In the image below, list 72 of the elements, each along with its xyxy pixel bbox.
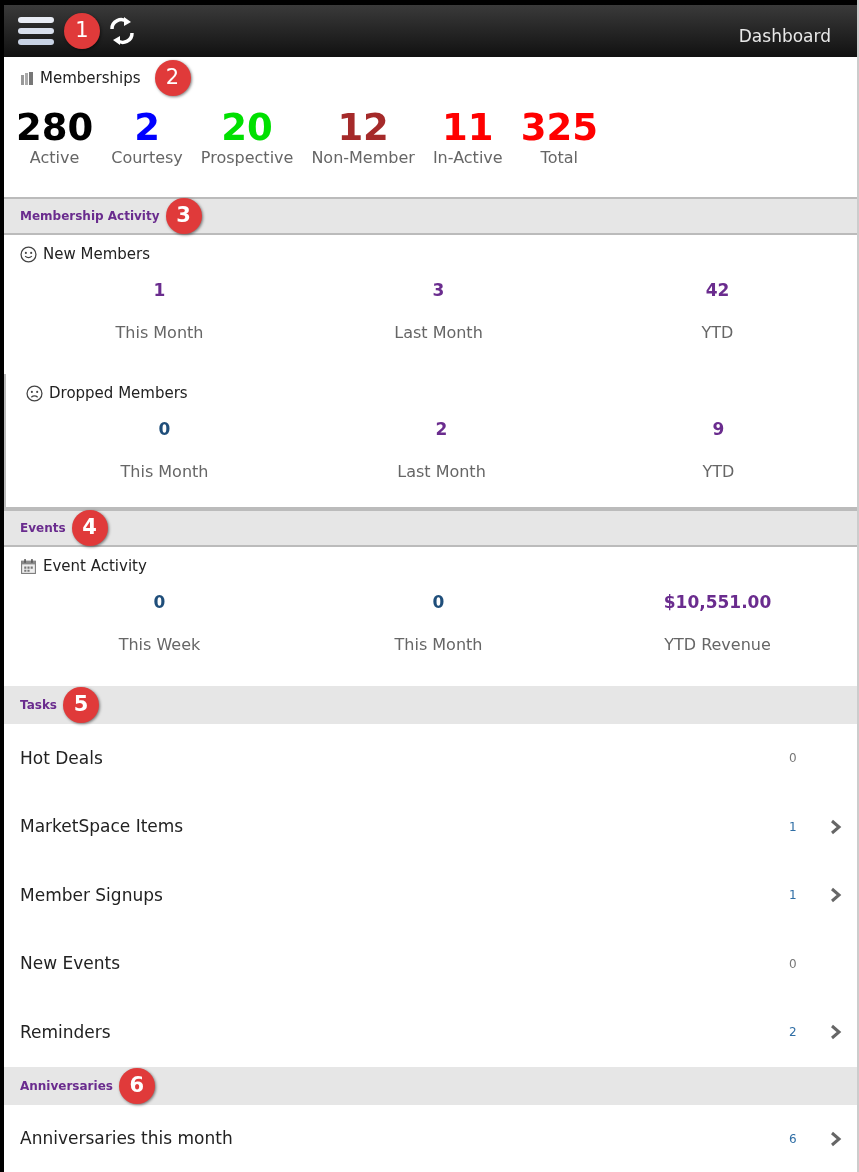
item-label: New Events: [20, 952, 121, 975]
item-label: MarketSpace Items: [20, 815, 184, 838]
item-count: 1: [789, 818, 798, 836]
list-item[interactable]: Reminders 2: [4, 998, 857, 1067]
list-item[interactable]: Hot Deals 0: [4, 724, 857, 793]
chevron-right-icon: [829, 1024, 843, 1041]
metric-label: Last Month: [393, 322, 484, 344]
stat-value: 11: [441, 109, 495, 146]
section-title: Tasks: [20, 697, 57, 714]
stat-label: In-Active: [432, 147, 503, 169]
metric-label: This Month: [393, 634, 484, 656]
item-count: 1: [789, 887, 798, 905]
calendar-icon: [20, 557, 37, 575]
chevron-right-icon: [829, 818, 843, 835]
item-label: Anniversaries this month: [20, 1127, 233, 1150]
metric-label: YTD: [700, 322, 735, 344]
stat-label: Non-Member: [311, 147, 415, 169]
item-label: Reminders: [20, 1020, 111, 1044]
callout-marker: 6: [118, 1067, 155, 1104]
metric-value: $10,551.00: [662, 590, 773, 614]
metric-value: 0: [157, 417, 172, 441]
section-title: Memberships: [40, 67, 141, 89]
item-label: Member Signups: [20, 883, 163, 907]
callout-marker: 5: [63, 687, 99, 723]
chevron-right-icon: [829, 1130, 843, 1147]
metric-label: This Month: [119, 461, 210, 483]
menu-icon[interactable]: [18, 15, 54, 47]
item-count: 0: [789, 750, 798, 768]
panel-title: New Members: [43, 244, 150, 265]
metric-value: 2: [434, 417, 449, 441]
stat-label: Courtesy: [111, 147, 183, 169]
list-item[interactable]: New Events 0: [4, 929, 857, 998]
metric-value: 0: [431, 590, 446, 614]
chevron-right-icon: [829, 887, 843, 904]
frown-face-icon: [26, 384, 43, 402]
metric-value: 9: [711, 417, 726, 441]
metric-label: YTD: [701, 461, 736, 483]
screen-title: Dashboard: [738, 25, 831, 49]
section-title: Membership Activity: [20, 208, 160, 225]
callout-marker: 4: [71, 510, 108, 546]
callout-marker: 3: [165, 198, 202, 234]
metric-label: YTD Revenue: [663, 634, 772, 656]
metric-label: Last Month: [396, 461, 487, 483]
panel-title: Event Activity: [43, 556, 147, 577]
stat-value: 325: [520, 109, 598, 146]
section-title: Anniversaries: [20, 1077, 113, 1095]
stat-value: 20: [220, 109, 274, 146]
item-label: Hot Deals: [20, 746, 103, 770]
panel-title: Dropped Members: [49, 383, 188, 404]
stat-value: 280: [16, 109, 94, 146]
metric-label: This Week: [117, 634, 202, 656]
item-count: 6: [789, 1130, 798, 1148]
callout-marker: 2: [154, 60, 191, 96]
smiley-icon: [20, 245, 37, 263]
stat-value: 2: [133, 109, 161, 146]
stat-label: Total: [539, 147, 579, 169]
stat-label: Active: [28, 147, 81, 169]
metric-label: This Month: [114, 322, 205, 344]
metric-value: 3: [431, 278, 446, 302]
metric-value: 42: [704, 278, 731, 302]
section-title: Events: [20, 520, 66, 537]
list-item[interactable]: Anniversaries this month 6: [4, 1104, 857, 1172]
list-item[interactable]: MarketSpace Items 1: [4, 792, 857, 861]
stat-label: Prospective: [200, 147, 294, 169]
item-count: 2: [789, 1024, 798, 1042]
building-icon: [20, 70, 34, 86]
item-count: 0: [789, 955, 798, 973]
metric-value: 0: [152, 590, 167, 614]
metric-value: 1: [152, 278, 167, 302]
list-item[interactable]: Member Signups 1: [4, 861, 857, 930]
stat-value: 12: [336, 109, 390, 146]
callout-marker: 1: [64, 13, 100, 49]
